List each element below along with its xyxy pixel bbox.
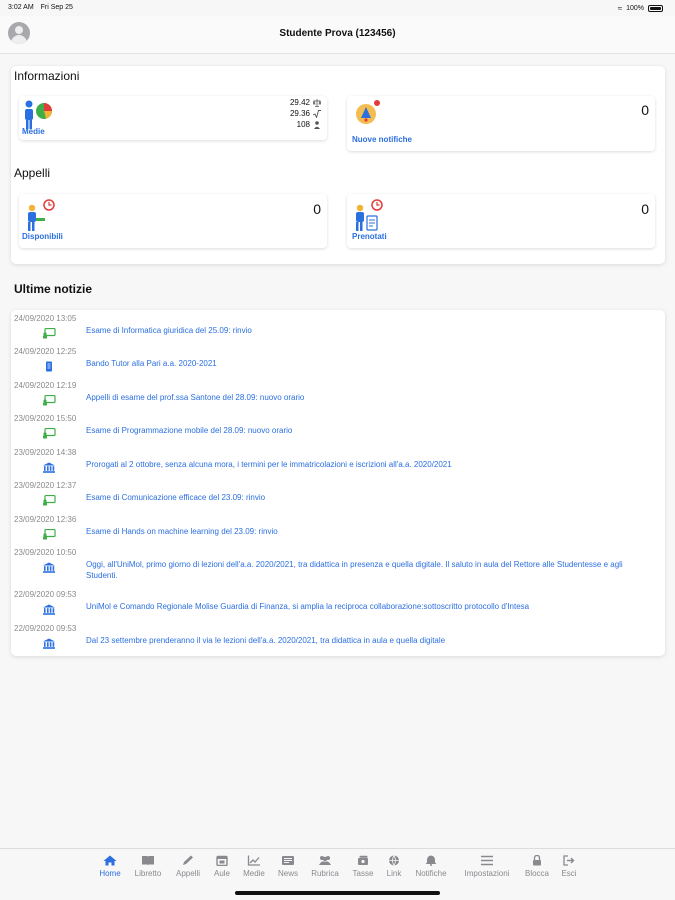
status-time: 3:02 AM [8, 4, 34, 11]
medie-label: Medie [22, 127, 45, 136]
page-title: Studente Prova (123456) [279, 28, 396, 39]
battery-icon [648, 5, 663, 12]
news-date: 23/09/2020 10:50 [14, 548, 77, 557]
exam-icon [42, 393, 56, 406]
news-item[interactable]: 23/09/2020 14:38 Prorogati al 2 ottobre, … [11, 448, 665, 478]
bell-icon [424, 855, 438, 866]
home-icon [103, 855, 117, 866]
scale-icon [313, 98, 321, 107]
people-icon [318, 855, 332, 866]
news-item[interactable]: 22/09/2020 09:53 Dal 23 settembre prender… [11, 624, 665, 654]
news-headline[interactable]: Esame di Hands on machine learning del 2… [86, 526, 656, 537]
status-date: Fri Sep 25 [40, 4, 73, 11]
tab-label: Notifiche [415, 869, 447, 878]
media-aritmetica-value: 29.42 [289, 98, 310, 107]
tab-notifiche[interactable]: Notifiche [401, 855, 461, 878]
news-item[interactable]: 23/09/2020 10:50 Oggi, all'UniMol, primo … [11, 548, 665, 581]
graduation-icon [314, 120, 320, 129]
disponibili-count: 0 [313, 201, 321, 217]
section-title-informazioni: Informazioni [14, 69, 80, 83]
news-headline[interactable]: Dal 23 settembre prenderanno il via le l… [86, 635, 656, 646]
exam-icon [42, 326, 56, 339]
tab-label: Esci [561, 869, 577, 878]
notifiche-tile[interactable]: Nuove notifiche 0 [347, 96, 655, 151]
battery-percent: 100% [626, 5, 644, 12]
app-header: Studente Prova (123456) [0, 16, 675, 54]
news-card: 24/09/2020 13:05 Esame di Informatica giu… [11, 310, 665, 656]
news-date: 23/09/2020 12:37 [14, 481, 77, 490]
notification-bell-icon [356, 100, 380, 124]
news-headline[interactable]: Appelli di esame del prof.ssa Santone de… [86, 392, 656, 403]
status-bar: 3:02 AM Fri Sep 25 ≈ 100% [0, 0, 675, 16]
university-icon [42, 560, 55, 573]
news-headline[interactable]: Esame di Programmazione mobile del 28.09… [86, 425, 656, 436]
document-icon [42, 359, 54, 372]
tab-label: Impostazioni [464, 869, 510, 878]
news-headline[interactable]: Bando Tutor alla Pari a.a. 2020-2021 [86, 358, 656, 369]
exam-available-icon [28, 199, 55, 231]
news-date: 22/09/2020 09:53 [14, 590, 77, 599]
exam-icon [42, 493, 56, 506]
logout-icon [562, 855, 576, 866]
news-item[interactable]: 23/09/2020 12:36 Esame di Hands on machin… [11, 515, 665, 545]
news-item[interactable]: 23/09/2020 12:37 Esame di Comunicazione e… [11, 481, 665, 511]
exam-booked-icon [356, 199, 383, 231]
book-icon [141, 855, 155, 866]
news-date: 23/09/2020 12:36 [14, 515, 77, 524]
wifi-icon: ≈ [617, 4, 623, 13]
tab-esci[interactable]: Esci [539, 855, 599, 878]
prenotati-count: 0 [641, 201, 649, 217]
exam-icon [42, 527, 56, 540]
disponibili-label: Disponibili [22, 232, 63, 241]
base-laurea-value: 108 [296, 120, 310, 129]
prenotati-label: Prenotati [352, 232, 387, 241]
prenotati-tile[interactable]: Prenotati 0 [347, 194, 655, 248]
news-headline[interactable]: Prorogati al 2 ottobre, senza alcuna mor… [86, 459, 656, 470]
exam-icon [42, 426, 56, 439]
medie-tile[interactable]: Medie 29.42 29.36 108 [19, 96, 327, 140]
news-headline[interactable]: Esame di Informatica giuridica del 25.09… [86, 325, 656, 336]
news-date: 23/09/2020 15:50 [14, 414, 77, 423]
news-date: 23/09/2020 14:38 [14, 448, 77, 457]
news-date: 24/09/2020 12:19 [14, 381, 77, 390]
sqrt-icon [313, 109, 321, 118]
university-icon [42, 602, 55, 615]
university-icon [42, 460, 55, 473]
news-date: 24/09/2020 12:25 [14, 347, 77, 356]
notifiche-count: 0 [641, 102, 649, 118]
news-icon [281, 855, 295, 866]
news-date: 22/09/2020 09:53 [14, 624, 77, 633]
disponibili-tile[interactable]: Disponibili 0 [19, 194, 327, 248]
home-indicator [235, 891, 440, 895]
news-item[interactable]: 24/09/2020 12:25 Bando Tutor alla Pari a.… [11, 347, 665, 377]
news-item[interactable]: 24/09/2020 13:05 Esame di Informatica giu… [11, 314, 665, 344]
settings-icon [480, 855, 494, 866]
dashboard-card: Informazioni Medie 29.42 29.36 108 Nuove… [11, 66, 665, 264]
university-icon [42, 636, 55, 649]
globe-icon [387, 855, 401, 867]
media-ponderata-row: 29.36 [290, 109, 321, 118]
notifiche-label: Nuove notifiche [352, 135, 413, 144]
news-section-title: Ultime notizie [14, 282, 93, 296]
news-headline[interactable]: Esame di Comunicazione efficace del 23.0… [86, 492, 656, 503]
news-date: 24/09/2020 13:05 [14, 314, 77, 323]
tab-label: Link [386, 869, 402, 878]
section-title-appelli: Appelli [14, 166, 51, 180]
news-item[interactable]: 23/09/2020 15:50 Esame di Programmazione … [11, 414, 665, 444]
media-aritmetica-row: 29.42 [290, 98, 321, 107]
news-headline[interactable]: UniMol e Comando Regionale Molise Guardi… [86, 601, 656, 612]
news-headline[interactable]: Oggi, all'UniMol, primo giorno di lezion… [86, 559, 656, 581]
media-ponderata-value: 29.36 [289, 109, 310, 118]
news-item[interactable]: 24/09/2020 12:19 Appelli di esame del pro… [11, 381, 665, 411]
news-item[interactable]: 22/09/2020 09:53 UniMol e Comando Regiona… [11, 590, 665, 620]
base-laurea-row: 108 [297, 120, 321, 129]
